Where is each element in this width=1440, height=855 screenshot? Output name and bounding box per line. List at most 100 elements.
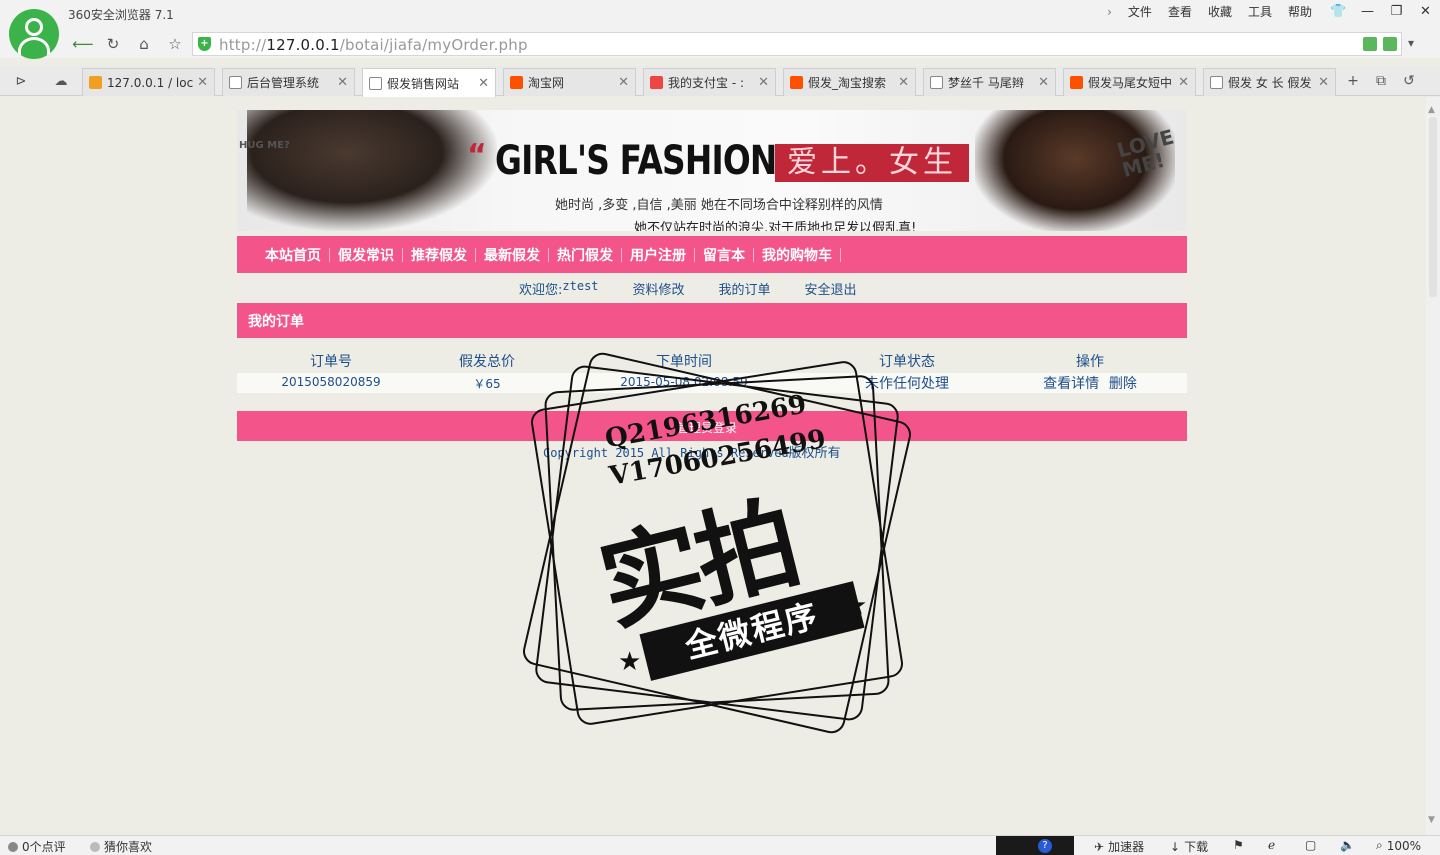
window-icon[interactable]: ▢ [1305,838,1316,852]
link-edit-profile[interactable]: 资料修改 [633,279,685,298]
banner-slogan-2: 她不仅站在时尚的浪尖,对于质地也足发以假乱真! [634,221,917,231]
ie-icon[interactable]: ℯ [1268,838,1275,852]
app-title: 360安全浏览器 7.1 [68,8,174,22]
scroll-down-icon[interactable]: ▼ [1428,815,1435,825]
page-title: 我的订单 [248,314,304,330]
page-viewport: HUG ME? “ GIRL'S FASHION 爱上。女生 她时尚 ,多变 ,… [0,97,1426,835]
tab-close-icon[interactable]: ✕ [758,75,769,90]
orders-table: 订单号 假发总价 下单时间 订单状态 操作 2015058020859 ￥65 … [237,351,1187,393]
header-order-id: 订单号 [310,354,352,370]
download-button[interactable]: ↓ 下载 [1170,838,1208,855]
menu-tools[interactable]: 工具 [1240,4,1280,20]
menu-favorites[interactable]: 收藏 [1200,4,1240,20]
help-icon[interactable]: ? [1038,839,1052,853]
nav-recommended[interactable]: 推荐假发 [403,245,475,265]
zoom-icon: ⌕ [1376,838,1383,852]
header-time: 下单时间 [656,354,712,370]
tab-close-icon[interactable]: ✕ [337,75,348,90]
delete-link[interactable]: 删除 [1109,376,1137,392]
url-input[interactable]: + http://127.0.0.1/botai/jiafa/myOrder.p… [192,32,1402,56]
nav-cart[interactable]: 我的购物车 [754,245,840,265]
menu-view[interactable]: 查看 [1160,4,1200,20]
tab-ponytail[interactable]: 梦丝千 马尾辫 ✕ [923,68,1056,96]
tab-close-icon[interactable]: ✕ [478,76,489,91]
star-icon: ★ [844,591,868,621]
tab-close-icon[interactable]: ✕ [1038,75,1049,90]
leaf-icon[interactable] [1383,37,1397,51]
nav-home[interactable]: 本站首页 [257,245,329,265]
back-icon[interactable]: ⟵ [72,34,94,54]
ime-toolbar[interactable]: ? [996,836,1074,855]
nav-register[interactable]: 用户注册 [622,245,694,265]
banner-brand: GIRL'S FASHION [495,138,777,184]
flag-icon[interactable]: ⚑ [1233,838,1244,852]
banner-brand-cn: 爱上。女生 [775,144,969,182]
tab-close-icon[interactable]: ✕ [1178,75,1189,90]
menu-help[interactable]: 帮助 [1280,4,1320,20]
home-icon[interactable]: ⌂ [133,34,155,54]
tab-close-icon[interactable]: ✕ [898,75,909,90]
admin-login-link[interactable]: 管理员登录 [677,419,737,436]
tab-phpmyadmin[interactable]: 127.0.0.1 / loc ✕ [82,68,215,96]
star-icon: ★ [618,647,642,677]
volume-icon[interactable]: 🔈 [1340,838,1355,852]
cloud-icon[interactable]: ☁ [50,71,72,91]
undo-close-icon[interactable]: ↺ [1398,71,1420,91]
guess-icon [90,841,100,852]
url-tools [1363,37,1397,51]
nav-hot[interactable]: 热门假发 [549,245,621,265]
qr-code-icon[interactable] [1363,37,1377,51]
taobao-icon [510,76,523,89]
link-logout[interactable]: 安全退出 [805,279,857,298]
page-scrollbar[interactable]: ▲ ▼ [1426,97,1440,835]
tab-close-icon[interactable]: ✕ [1318,75,1329,90]
link-my-orders[interactable]: 我的订单 [719,279,771,298]
tab-list-icon[interactable]: ⧉ [1370,71,1392,91]
user-avatar-icon[interactable] [9,9,59,59]
zoom-control[interactable]: ⌕ 100% [1376,838,1421,853]
nav-guestbook[interactable]: 留言本 [695,245,753,265]
menu-file[interactable]: 文件 [1120,4,1160,20]
order-status: 未作任何处理 [865,376,949,392]
refresh-icon[interactable]: ↻ [102,34,124,54]
order-id: 2015058020859 [281,375,381,389]
guess-status[interactable]: 猜你喜欢 [90,838,152,855]
tab-taobao[interactable]: 淘宝网 ✕ [503,68,636,96]
tab-wig-store[interactable]: 假发销售网站 ✕ [362,68,496,97]
download-icon: ↓ [1170,839,1181,854]
tab-close-icon[interactable]: ✕ [197,75,208,90]
quote-icon: “ [467,138,487,173]
title-bar: 360安全浏览器 7.1 › 文件 查看 收藏 工具 帮助 👕 — ❐ ✕ [0,0,1440,30]
reviews-status[interactable]: 0个点评 [8,838,66,855]
skin-icon[interactable]: 👕 [1324,0,1353,22]
tab-taobao-search[interactable]: 假发_淘宝搜索 ✕ [783,68,916,96]
address-dropdown-icon[interactable]: ▾ [1408,36,1414,50]
tab-alipay[interactable]: 我的支付宝 - : ✕ [643,68,776,96]
taobao-icon [790,76,803,89]
accelerator-button[interactable]: ✈ 加速器 [1094,838,1144,855]
taobao-icon [1070,76,1083,89]
table-header-row: 订单号 假发总价 下单时间 订单状态 操作 [237,351,1187,373]
page-icon [229,76,242,89]
close-button[interactable]: ✕ [1411,0,1440,22]
tab-close-icon[interactable]: ✕ [618,75,629,90]
nav-newest[interactable]: 最新假发 [476,245,548,265]
scroll-up-icon[interactable]: ▲ [1428,105,1435,115]
favorite-star-icon[interactable]: ☆ [164,34,186,54]
sidebar-toggle-icon[interactable]: ⊳ [10,71,32,91]
orders-section-header: 我的订单 [237,303,1187,338]
new-tab-icon[interactable]: + [1342,71,1364,91]
nav-knowledge[interactable]: 假发常识 [330,245,402,265]
window-controls: 👕 — ❐ ✕ [1324,0,1440,22]
maximize-button[interactable]: ❐ [1382,0,1411,22]
menu-expand-icon[interactable]: › [1099,4,1120,20]
scroll-thumb[interactable] [1429,117,1437,297]
copyright: Copyright 2015 All Rights Reserved版权所有 [543,446,841,461]
tab-admin[interactable]: 后台管理系统 ✕ [222,68,355,96]
status-bar: 0个点评 猜你喜欢 ? ✈ 加速器 ↓ 下载 ⚑ ℯ ▢ 🔈 ⌕ 100% [0,835,1440,855]
rocket-icon: ✈ [1094,839,1105,854]
tab-wig-long[interactable]: 假发 女 长 假发 ✕ [1203,68,1336,96]
view-details-link[interactable]: 查看详情 [1043,376,1099,392]
tab-ponytail-short[interactable]: 假发马尾女短中 ✕ [1063,68,1196,96]
minimize-button[interactable]: — [1353,0,1382,22]
